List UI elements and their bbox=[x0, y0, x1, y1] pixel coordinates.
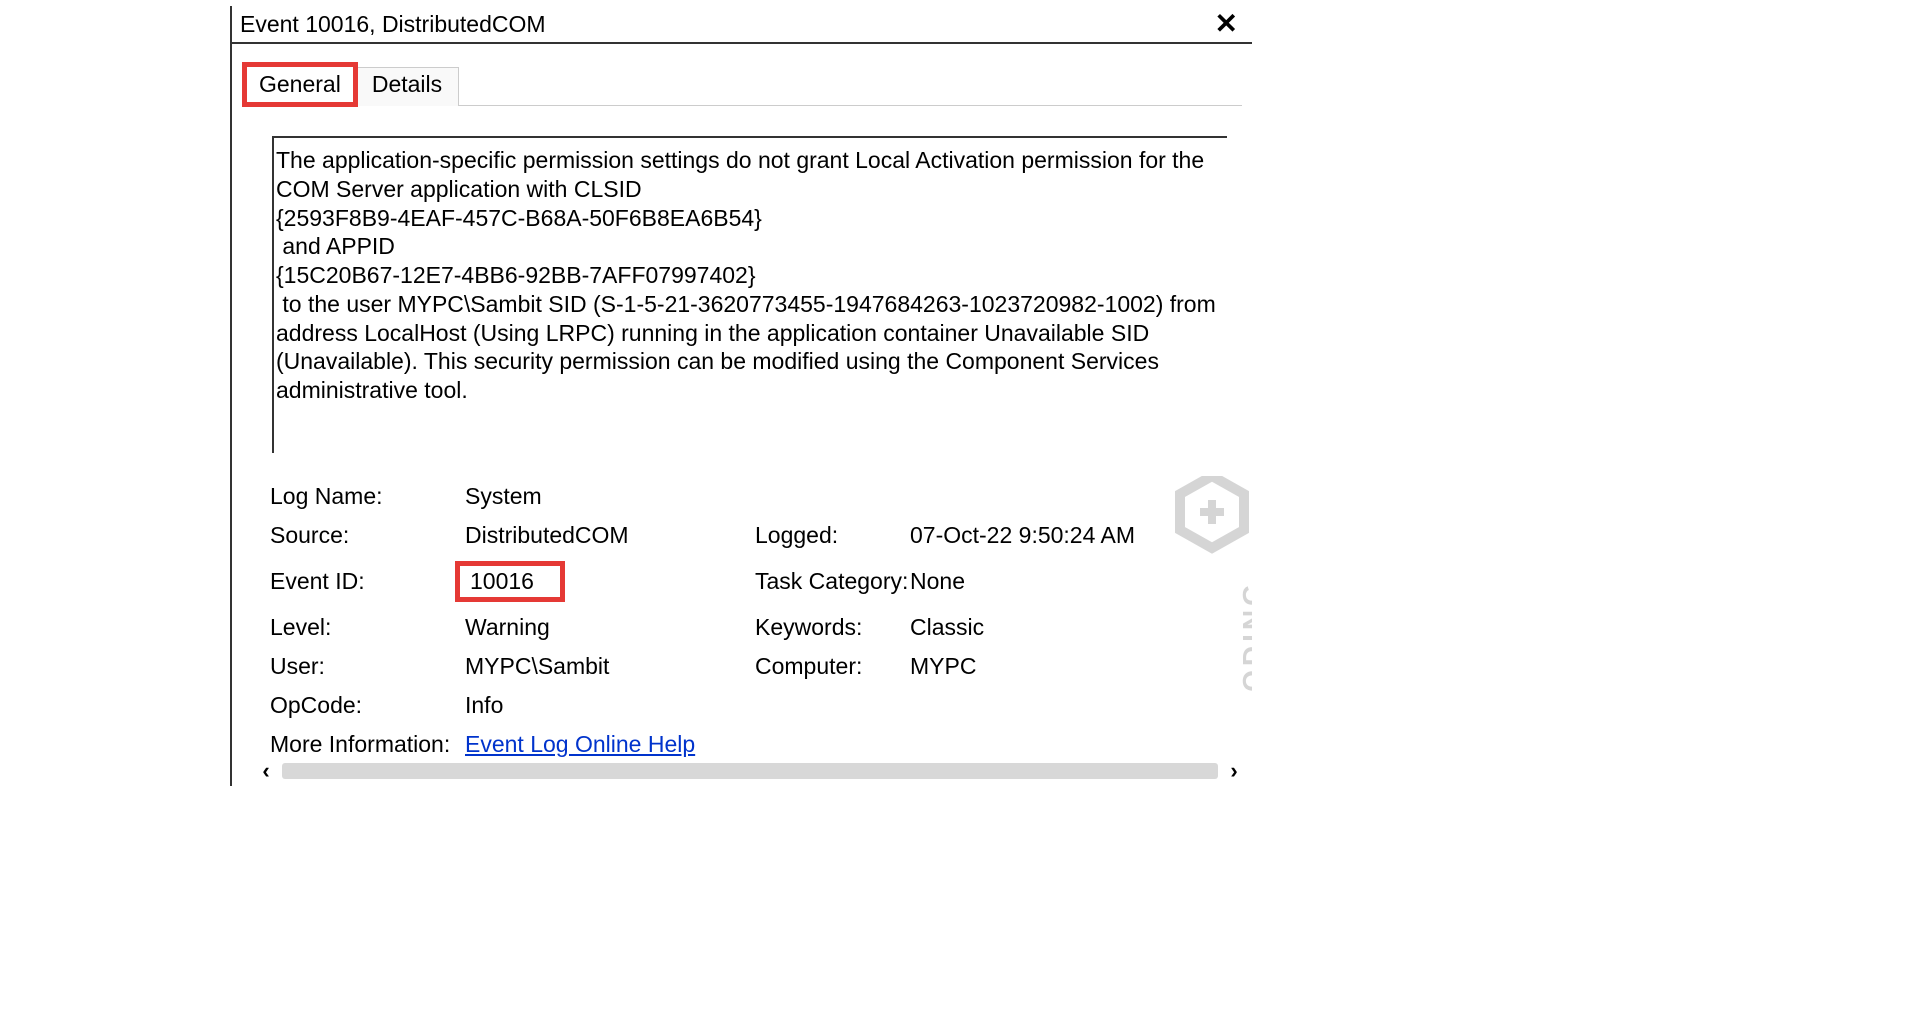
source-label: Source: bbox=[270, 522, 465, 549]
tab-general[interactable]: General bbox=[242, 62, 358, 107]
opcode-value: Info bbox=[465, 692, 755, 719]
scroll-right-icon[interactable]: › bbox=[1224, 758, 1244, 784]
computer-label: Computer: bbox=[755, 653, 910, 680]
logged-value: 07-Oct-22 9:50:24 AM bbox=[910, 522, 1200, 549]
user-value: MYPC\Sambit bbox=[465, 653, 755, 680]
event-properties-window: Event 10016, DistributedCOM ✕ General De… bbox=[230, 6, 1252, 786]
task-category-value: None bbox=[910, 568, 1200, 595]
source-value: DistributedCOM bbox=[465, 522, 755, 549]
scroll-left-icon[interactable]: ‹ bbox=[256, 758, 276, 784]
event-id-value: 10016 bbox=[455, 561, 565, 602]
event-description: The application-specific permission sett… bbox=[272, 136, 1227, 453]
log-name-value: System bbox=[465, 483, 755, 510]
horizontal-scrollbar[interactable]: ‹ › bbox=[256, 756, 1244, 786]
logged-label: Logged: bbox=[755, 522, 910, 549]
computer-value: MYPC bbox=[910, 653, 1200, 680]
content-area: The application-specific permission sett… bbox=[232, 136, 1252, 758]
event-meta-grid: Log Name: System Source: DistributedCOM … bbox=[270, 483, 1242, 758]
log-name-label: Log Name: bbox=[270, 483, 465, 510]
event-id-label: Event ID: bbox=[270, 568, 465, 595]
more-info-link[interactable]: Event Log Online Help bbox=[465, 731, 695, 757]
opcode-label: OpCode: bbox=[270, 692, 465, 719]
user-label: User: bbox=[270, 653, 465, 680]
window-title: Event 10016, DistributedCOM bbox=[240, 11, 546, 38]
level-label: Level: bbox=[270, 614, 465, 641]
close-icon[interactable]: ✕ bbox=[1211, 10, 1242, 38]
tab-strip: General Details bbox=[232, 62, 1252, 106]
keywords-label: Keywords: bbox=[755, 614, 910, 641]
scroll-track[interactable] bbox=[282, 763, 1218, 779]
titlebar: Event 10016, DistributedCOM ✕ bbox=[232, 6, 1252, 44]
task-category-label: Task Category: bbox=[755, 568, 910, 595]
level-value: Warning bbox=[465, 614, 755, 641]
tab-details[interactable]: Details bbox=[358, 67, 459, 106]
more-info-label: More Information: bbox=[270, 731, 465, 758]
keywords-value: Classic bbox=[910, 614, 1200, 641]
